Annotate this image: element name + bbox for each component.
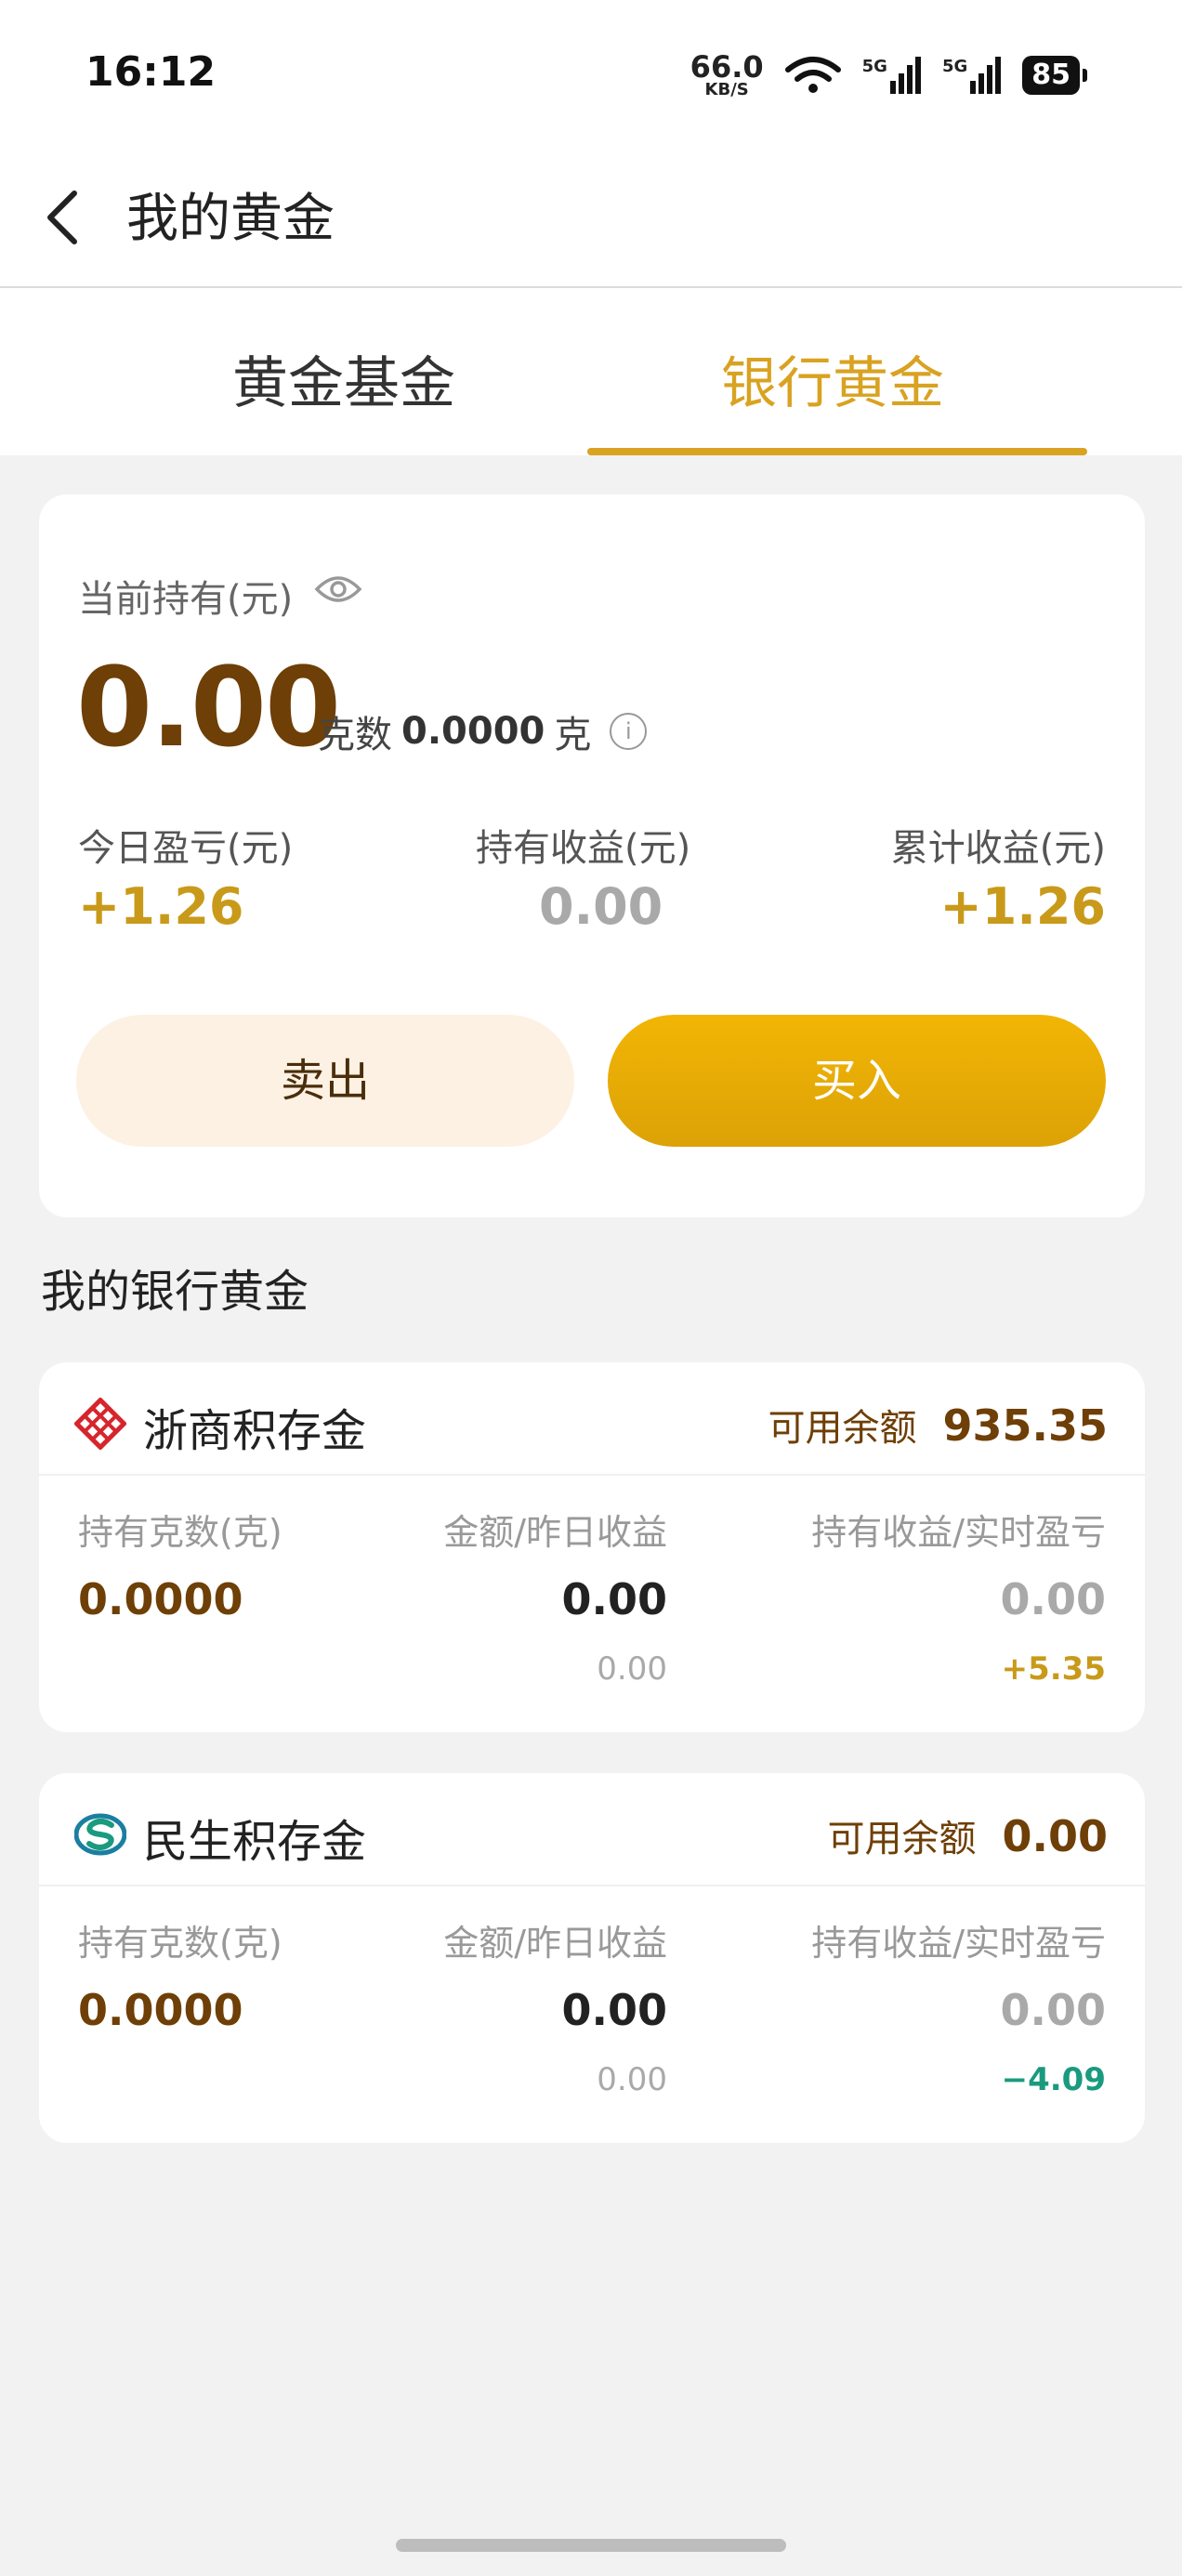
yesterday-profit-value: 0.00: [597, 1650, 667, 1688]
hold-profit-value: 0.00: [1000, 1574, 1107, 1624]
net-speed-value: 66.0: [690, 49, 764, 85]
grams-unit: 克: [554, 714, 592, 756]
grams-value: 0.0000: [401, 710, 545, 753]
nav-header: 我的黄金: [0, 149, 1182, 288]
buy-button[interactable]: 买入: [608, 1015, 1106, 1147]
bank-card-header: 浙商积存金 可用余额 935.35: [39, 1362, 1145, 1476]
col-grams-label: 持有克数(克): [78, 1512, 282, 1553]
page-title: 我的黄金: [126, 189, 335, 249]
available-balance: 可用余额 0.00: [828, 1808, 1109, 1862]
status-icons: 66.0 KB/S 5G 5G 85: [690, 52, 1087, 99]
holding-label: 当前持有(元): [78, 578, 294, 621]
bank-name: 民生积存金: [143, 1816, 367, 1868]
col-grams-label: 持有克数(克): [78, 1923, 282, 1964]
amount-value: 0.00: [561, 1985, 668, 2035]
hold-profit-label: 持有收益(元): [476, 827, 691, 870]
available-balance: 可用余额 935.35: [768, 1398, 1108, 1452]
info-icon[interactable]: i: [610, 713, 648, 750]
minsheng-bank-logo-icon: [74, 1813, 126, 1856]
status-time: 16:12: [85, 48, 217, 96]
signal-5g-2: 5G: [942, 57, 1002, 94]
signal-5g-1: 5G: [862, 57, 922, 94]
today-pnl-value: +1.26: [78, 877, 244, 936]
realtime-pnl-value: −4.09: [1001, 2061, 1106, 2098]
status-bar: 16:12 66.0 KB/S 5G 5G 85: [0, 0, 1182, 149]
eye-icon[interactable]: [314, 572, 362, 606]
available-balance-label: 可用余额: [768, 1407, 917, 1450]
net-speed-unit: KB/S: [704, 80, 749, 99]
amount-value: 0.00: [561, 1574, 668, 1624]
today-pnl-label: 今日盈亏(元): [78, 827, 294, 870]
home-indicator[interactable]: [396, 2539, 786, 2552]
col-amount-label: 金额/昨日收益: [443, 1512, 667, 1553]
signal-bars-icon: [970, 57, 1002, 94]
holding-grams: 克数 0.0000 克 i: [318, 704, 648, 758]
grams-value: 0.0000: [78, 1574, 243, 1624]
tab-bank-gold[interactable]: 银行黄金: [721, 338, 944, 419]
hold-profit-value: 0.00: [539, 877, 663, 936]
realtime-pnl-value: +5.35: [1001, 1650, 1106, 1688]
tab-bar: 黄金基金 银行黄金: [0, 288, 1182, 455]
col-profit-label: 持有收益/实时盈亏: [811, 1923, 1106, 1964]
grams-label: 克数: [318, 714, 392, 756]
col-amount-label: 金额/昨日收益: [443, 1923, 667, 1964]
wifi-icon: [784, 57, 841, 93]
tab-active-indicator: [587, 448, 1087, 455]
net-speed: 66.0 KB/S: [690, 52, 764, 99]
hold-profit-value: 0.00: [1000, 1985, 1107, 2035]
back-arrow-icon[interactable]: [37, 180, 93, 255]
battery-icon: 85: [1022, 56, 1087, 95]
available-balance-value: 935.35: [942, 1400, 1108, 1451]
signal-bars-icon: [889, 57, 921, 94]
bank-card-zheshang[interactable]: 浙商积存金 可用余额 935.35 持有克数(克) 金额/昨日收益 持有收益/实…: [39, 1362, 1145, 1732]
holding-amount: 0.00: [76, 643, 341, 771]
col-profit-label: 持有收益/实时盈亏: [811, 1512, 1106, 1553]
total-profit-label: 累计收益(元): [890, 827, 1106, 870]
total-profit-value: +1.26: [939, 877, 1106, 936]
zheshang-bank-logo-icon: [74, 1398, 126, 1450]
grams-value: 0.0000: [78, 1985, 243, 2035]
tab-gold-fund[interactable]: 黄金基金: [232, 338, 455, 419]
signal-5g-label: 5G: [861, 57, 887, 76]
available-balance-value: 0.00: [1002, 1811, 1109, 1861]
bank-name: 浙商积存金: [143, 1405, 367, 1457]
signal-5g-label: 5G: [941, 57, 968, 76]
bank-card-header: 民生积存金 可用余额 0.00: [39, 1773, 1145, 1886]
holding-summary-card: 当前持有(元) 0.00 克数 0.0000 克 i 今日盈亏(元) 持有收益(…: [39, 494, 1145, 1217]
available-balance-label: 可用余额: [827, 1818, 977, 1860]
yesterday-profit-value: 0.00: [597, 2061, 667, 2098]
sell-button[interactable]: 卖出: [76, 1015, 574, 1147]
section-title: 我的银行黄金: [41, 1266, 309, 1318]
bank-card-minsheng[interactable]: 民生积存金 可用余额 0.00 持有克数(克) 金额/昨日收益 持有收益/实时盈…: [39, 1773, 1145, 2143]
